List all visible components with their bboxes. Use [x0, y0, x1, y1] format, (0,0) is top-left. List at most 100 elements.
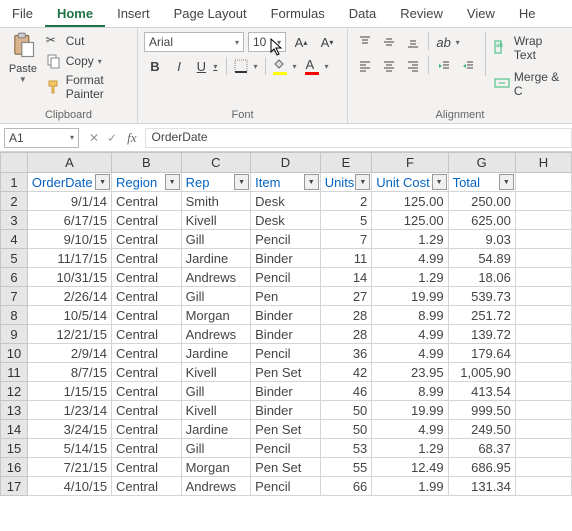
- cell[interactable]: Morgan: [181, 306, 251, 325]
- row-header[interactable]: 13: [1, 401, 28, 420]
- cell[interactable]: Pen: [251, 287, 321, 306]
- cell[interactable]: Smith: [181, 192, 251, 211]
- cell[interactable]: 46: [320, 382, 372, 401]
- cell[interactable]: 53: [320, 439, 372, 458]
- cell[interactable]: Gill: [181, 382, 251, 401]
- row-header[interactable]: 6: [1, 268, 28, 287]
- cell[interactable]: 999.50: [448, 401, 515, 420]
- cell[interactable]: 19.99: [372, 287, 448, 306]
- cell[interactable]: 4.99: [372, 344, 448, 363]
- cell[interactable]: 125.00: [372, 211, 448, 230]
- align-right-button[interactable]: [402, 56, 424, 76]
- font-size-select[interactable]: 10▾: [248, 32, 286, 52]
- cell[interactable]: Central: [112, 439, 182, 458]
- column-header[interactable]: B: [112, 153, 182, 173]
- row-header[interactable]: 14: [1, 420, 28, 439]
- row-header[interactable]: 16: [1, 458, 28, 477]
- cell[interactable]: [515, 344, 571, 363]
- cell[interactable]: 36: [320, 344, 372, 363]
- cell[interactable]: Jardine: [181, 344, 251, 363]
- cell[interactable]: 251.72: [448, 306, 515, 325]
- name-box[interactable]: A1▾: [4, 128, 79, 148]
- cell[interactable]: 7: [320, 230, 372, 249]
- cell[interactable]: 27: [320, 287, 372, 306]
- italic-button[interactable]: I: [168, 56, 190, 76]
- cell[interactable]: 250.00: [448, 192, 515, 211]
- cell[interactable]: 1.29: [372, 268, 448, 287]
- cell[interactable]: 7/21/15: [27, 458, 111, 477]
- filter-header-cell[interactable]: OrderDate▼: [27, 173, 111, 192]
- cell[interactable]: 539.73: [448, 287, 515, 306]
- tab-home[interactable]: Home: [45, 0, 105, 27]
- cell[interactable]: 139.72: [448, 325, 515, 344]
- cell[interactable]: Pen Set: [251, 363, 321, 382]
- cell[interactable]: [515, 477, 571, 496]
- borders-button[interactable]: ▾: [231, 56, 261, 76]
- cell[interactable]: Pen Set: [251, 420, 321, 439]
- row-header[interactable]: 2: [1, 192, 28, 211]
- tab-review[interactable]: Review: [388, 0, 455, 27]
- cell[interactable]: Jardine: [181, 420, 251, 439]
- row-header[interactable]: 9: [1, 325, 28, 344]
- cell[interactable]: Jardine: [181, 249, 251, 268]
- row-header[interactable]: 10: [1, 344, 28, 363]
- cell[interactable]: 8.99: [372, 382, 448, 401]
- copy-button[interactable]: Copy ▾: [44, 52, 131, 70]
- cell[interactable]: Central: [112, 401, 182, 420]
- align-left-button[interactable]: [354, 56, 376, 76]
- column-header[interactable]: D: [251, 153, 321, 173]
- cell[interactable]: [515, 439, 571, 458]
- cell[interactable]: Pen Set: [251, 458, 321, 477]
- cell[interactable]: 8.99: [372, 306, 448, 325]
- cut-button[interactable]: ✂ Cut: [44, 32, 131, 50]
- fx-icon[interactable]: fx: [127, 130, 136, 146]
- cell[interactable]: 4.99: [372, 420, 448, 439]
- cell[interactable]: 9.03: [448, 230, 515, 249]
- column-header[interactable]: H: [515, 153, 571, 173]
- cell[interactable]: 1.99: [372, 477, 448, 496]
- cell[interactable]: Pencil: [251, 230, 321, 249]
- cell[interactable]: Binder: [251, 382, 321, 401]
- cell[interactable]: 23.95: [372, 363, 448, 382]
- cell[interactable]: Central: [112, 363, 182, 382]
- cell[interactable]: [515, 287, 571, 306]
- select-all-corner[interactable]: [1, 153, 28, 173]
- cell[interactable]: Binder: [251, 325, 321, 344]
- cell[interactable]: 28: [320, 306, 372, 325]
- spreadsheet-grid[interactable]: ABCDEFGH 1OrderDate▼Region▼Rep▼Item▼Unit…: [0, 152, 572, 531]
- cell[interactable]: 11: [320, 249, 372, 268]
- cell[interactable]: [515, 401, 571, 420]
- cell[interactable]: 625.00: [448, 211, 515, 230]
- cell[interactable]: 686.95: [448, 458, 515, 477]
- cell[interactable]: [515, 211, 571, 230]
- cell[interactable]: 42: [320, 363, 372, 382]
- cell[interactable]: 2/9/14: [27, 344, 111, 363]
- increase-indent-button[interactable]: [457, 56, 479, 76]
- cell[interactable]: Binder: [251, 306, 321, 325]
- orientation-button[interactable]: ab▾: [433, 32, 463, 52]
- cell[interactable]: [515, 420, 571, 439]
- filter-header-cell[interactable]: Total▼: [448, 173, 515, 192]
- cell[interactable]: Gill: [181, 230, 251, 249]
- align-bottom-button[interactable]: [402, 32, 424, 52]
- cell[interactable]: 50: [320, 420, 372, 439]
- filter-header-cell[interactable]: Item▼: [251, 173, 321, 192]
- cell[interactable]: 5: [320, 211, 372, 230]
- cell[interactable]: [515, 230, 571, 249]
- cell[interactable]: [515, 192, 571, 211]
- cell[interactable]: [515, 325, 571, 344]
- cell[interactable]: Central: [112, 249, 182, 268]
- cell[interactable]: 179.64: [448, 344, 515, 363]
- cell[interactable]: Binder: [251, 401, 321, 420]
- formula-bar[interactable]: OrderDate: [145, 128, 572, 148]
- cell[interactable]: Central: [112, 420, 182, 439]
- align-top-button[interactable]: [354, 32, 376, 52]
- cell[interactable]: 1/23/14: [27, 401, 111, 420]
- paste-dropdown[interactable]: ▼: [19, 75, 27, 84]
- cell[interactable]: Central: [112, 192, 182, 211]
- cell[interactable]: [515, 249, 571, 268]
- align-middle-button[interactable]: [378, 32, 400, 52]
- row-header[interactable]: 11: [1, 363, 28, 382]
- cell[interactable]: 1.29: [372, 439, 448, 458]
- shrink-font-button[interactable]: A▾: [316, 32, 338, 52]
